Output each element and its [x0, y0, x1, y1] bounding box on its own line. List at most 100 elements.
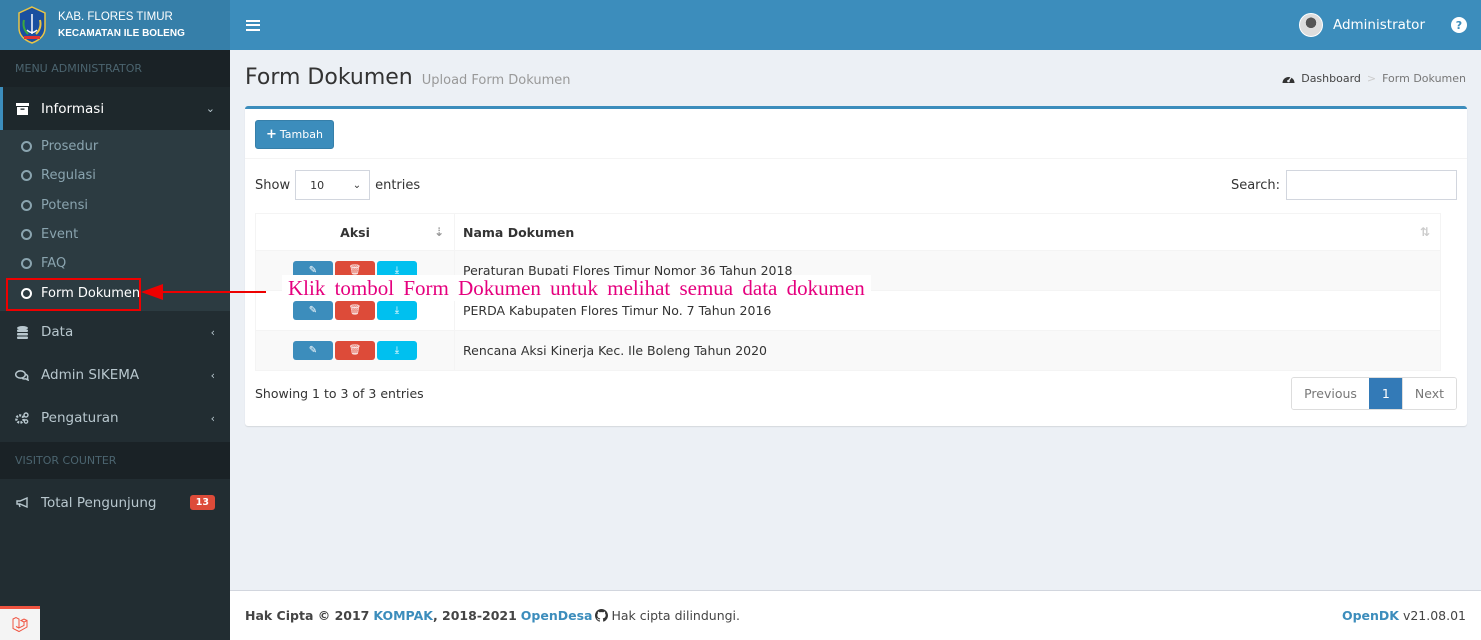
sidebar-item-data[interactable]: Data ‹: [0, 311, 230, 354]
visitor-count-badge: 13: [189, 495, 215, 511]
user-name: Administrator: [1332, 17, 1425, 33]
previous-page-button[interactable]: Previous: [1292, 378, 1369, 409]
column-header-aksi[interactable]: Aksi ⇣: [255, 213, 455, 251]
page-1-button[interactable]: 1: [1368, 378, 1402, 409]
column-header-nama-dokumen[interactable]: Nama Dokumen ⇅: [454, 213, 1441, 251]
app-version: OpenDK v21.08.01: [1342, 608, 1466, 623]
annotation-text: Klik tombol Form Dokumen untuk melihat s…: [282, 275, 871, 301]
plus-icon: +: [266, 127, 277, 142]
search-input[interactable]: [1286, 170, 1457, 200]
bullhorn-icon: [15, 497, 29, 509]
regency-emblem-icon: [18, 6, 46, 44]
brand-district: KECAMATAN ILE BOLENG: [58, 28, 185, 40]
breadcrumb-current: Form Dokumen: [1382, 72, 1466, 85]
copyright-prefix: Hak Cipta © 2017: [245, 608, 370, 623]
breadcrumb-dashboard[interactable]: Dashboard: [1282, 72, 1361, 85]
download-button[interactable]: ⤓: [377, 301, 417, 320]
edit-button[interactable]: ✎: [293, 341, 333, 360]
kompak-link[interactable]: KOMPAK: [373, 608, 433, 623]
opendesa-link[interactable]: OpenDesa: [521, 608, 593, 623]
sidebar-item-faq[interactable]: FAQ: [0, 249, 230, 278]
trash-icon: 🗑: [348, 305, 362, 316]
sidebar-header: MENU ADMINISTRATOR: [0, 50, 230, 87]
sidebar: MENU ADMINISTRATOR Informasi ⌄ Prosedur …: [0, 50, 230, 640]
documents-box: + Tambah Show 10 ⌄ entries Search: Aksi …: [245, 106, 1467, 426]
entries-length-control: Show 10 ⌄ entries: [255, 170, 420, 200]
informasi-submenu: Prosedur Regulasi Potensi Event FAQ Form…: [0, 130, 230, 311]
pagination: Previous 1 Next: [1291, 377, 1457, 410]
chevron-down-icon: ⌄: [205, 102, 215, 115]
document-name: Rencana Aksi Kinerja Kec. Ile Boleng Tah…: [454, 330, 1441, 371]
sidebar-item-label: Event: [41, 227, 79, 243]
top-navbar: Administrator ?: [230, 0, 1481, 50]
sidebar-toggle-icon[interactable]: [246, 19, 260, 31]
table-row: ✎ 🗑 ⤓ Rencana Aksi Kinerja Kec. Ile Boleng…: [255, 330, 1441, 371]
chevron-left-icon: ‹: [210, 368, 215, 382]
github-icon[interactable]: [595, 609, 609, 622]
search-label: Search:: [1230, 177, 1280, 193]
chevron-left-icon: ‹: [210, 411, 215, 425]
help-icon[interactable]: ?: [1451, 17, 1467, 33]
download-icon: ⤓: [394, 345, 400, 356]
sidebar-item-informasi[interactable]: Informasi ⌄: [0, 87, 230, 130]
next-page-button[interactable]: Next: [1401, 378, 1456, 409]
add-button-label: Tambah: [279, 128, 323, 141]
annotation-arrow-line: [160, 291, 266, 293]
sidebar-item-prosedur[interactable]: Prosedur: [0, 132, 230, 161]
sidebar-item-label: Potensi: [41, 197, 89, 213]
table-info: Showing 1 to 3 of 3 entries: [255, 386, 424, 401]
opendk-link[interactable]: OpenDK: [1342, 608, 1399, 623]
rights-text: Hak cipta dilindungi.: [611, 608, 741, 623]
sidebar-item-event[interactable]: Event: [0, 220, 230, 249]
search-control: Search:: [1231, 170, 1457, 200]
page-footer: Hak Cipta © 2017 KOMPAK, 2018-2021 OpenD…: [230, 590, 1481, 640]
sidebar-item-label: FAQ: [41, 256, 67, 272]
circle-icon: [21, 287, 32, 299]
brand-regency: KAB. FLORES TIMUR: [58, 10, 173, 23]
brand-logo[interactable]: KAB. FLORES TIMUR KECAMATAN ILE BOLENG: [0, 0, 230, 50]
archive-icon: [15, 102, 29, 115]
page-subtitle: Upload Form Dokumen: [421, 73, 571, 88]
database-icon: [15, 325, 29, 339]
breadcrumb-separator: >: [1366, 72, 1377, 85]
sidebar-item-potensi[interactable]: Potensi: [0, 191, 230, 220]
column-label: Aksi: [340, 224, 370, 240]
avatar: [1298, 13, 1323, 37]
sidebar-item-form-dokumen[interactable]: Form Dokumen: [0, 278, 230, 307]
visitor-counter-header: VISITOR COUNTER: [0, 441, 230, 479]
show-label: Show: [255, 177, 291, 193]
page-title: Form Dokumen: [245, 65, 413, 90]
user-menu[interactable]: Administrator: [1285, 0, 1439, 50]
edit-button[interactable]: ✎: [293, 301, 333, 320]
debugbar-toggle[interactable]: [0, 606, 40, 640]
sidebar-item-label: Total Pengunjung: [41, 494, 157, 511]
entries-per-page-select[interactable]: 10 ⌄: [295, 170, 371, 200]
column-label: Nama Dokumen: [463, 224, 575, 240]
sidebar-item-admin-sikema[interactable]: Admin SIKEMA ‹: [0, 354, 230, 397]
sidebar-item-label: Informasi: [41, 100, 105, 117]
sidebar-item-label: Prosedur: [41, 139, 99, 155]
sidebar-item-pengaturan[interactable]: Pengaturan ‹: [0, 397, 230, 440]
sidebar-item-label: Form Dokumen: [41, 285, 141, 301]
sort-both-icon: ⇅: [1419, 225, 1430, 239]
download-icon: ⤓: [394, 305, 400, 316]
download-button[interactable]: ⤓: [377, 341, 417, 360]
content-wrapper: Form Dokumen Upload Form Dokumen Dashboa…: [230, 50, 1481, 590]
edit-icon: ✎: [308, 305, 318, 316]
delete-button[interactable]: 🗑: [335, 301, 375, 320]
circle-icon: [21, 141, 32, 153]
delete-button[interactable]: 🗑: [335, 341, 375, 360]
sidebar-item-label: Regulasi: [41, 168, 96, 184]
sidebar-item-regulasi[interactable]: Regulasi: [0, 161, 230, 190]
sort-desc-icon: ⇣: [433, 225, 444, 239]
comments-icon: [15, 369, 29, 381]
add-document-button[interactable]: + Tambah: [255, 120, 334, 149]
breadcrumb-home-label: Dashboard: [1301, 72, 1361, 85]
circle-icon: [21, 170, 32, 182]
chevron-left-icon: ‹: [210, 325, 215, 339]
circle-icon: [21, 258, 32, 270]
breadcrumb: Dashboard > Form Dokumen: [1282, 72, 1466, 85]
sidebar-item-total-pengunjung[interactable]: Total Pengunjung 13: [0, 479, 230, 527]
circle-icon: [21, 229, 32, 241]
sidebar-item-label: Pengaturan: [41, 410, 119, 427]
